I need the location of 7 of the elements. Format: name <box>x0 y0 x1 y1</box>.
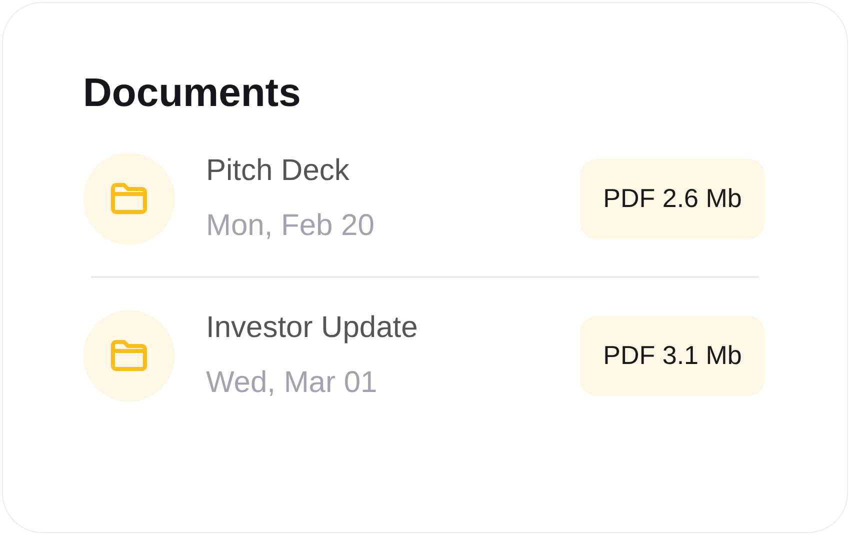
document-name: Investor Update <box>206 310 418 346</box>
file-size-badge: PDF 3.1 Mb <box>580 316 765 396</box>
file-size-badge: PDF 2.6 Mb <box>580 158 765 238</box>
card-title: Documents <box>83 70 302 117</box>
document-name: Pitch Deck <box>206 153 350 189</box>
document-date: Wed, Mar 01 <box>206 365 378 401</box>
document-date: Mon, Feb 20 <box>206 208 374 244</box>
